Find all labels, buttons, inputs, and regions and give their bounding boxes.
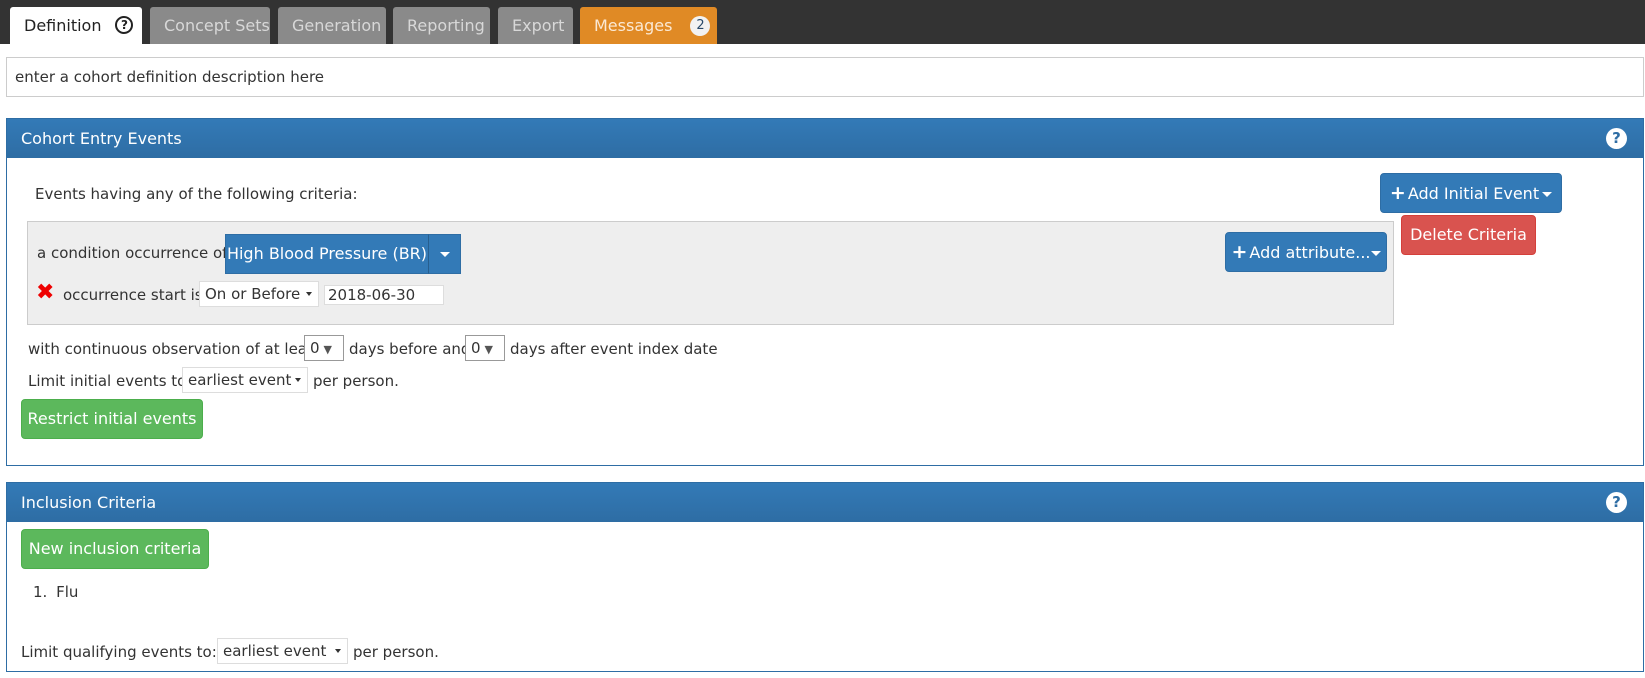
tab-label: Concept Sets xyxy=(164,16,270,35)
limit-initial-suffix: per person. xyxy=(313,372,399,390)
caret-down-icon xyxy=(306,292,312,296)
messages-count-badge: 2 xyxy=(690,15,711,36)
panel-header: Cohort Entry Events ? xyxy=(7,119,1643,158)
help-icon[interactable]: ? xyxy=(115,15,134,34)
select-value: earliest event xyxy=(188,371,292,389)
limit-initial-events-select[interactable]: earliest event xyxy=(182,367,308,393)
tab-label: Generation xyxy=(292,16,382,35)
select-value: 0 xyxy=(471,339,481,357)
tab-label: Reporting xyxy=(407,16,485,35)
days-after-select[interactable]: 0 ▼ xyxy=(465,335,505,361)
occurrence-start-date-input[interactable]: 2018-06-30 xyxy=(324,285,444,305)
panel-header: Inclusion Criteria ? xyxy=(7,483,1643,522)
caret-down-icon xyxy=(1542,192,1553,197)
select-value: 0 xyxy=(310,339,320,357)
plus-icon: + xyxy=(1231,241,1248,263)
limit-initial-prefix: Limit initial events to: xyxy=(28,372,192,390)
days-before-select[interactable]: 0 ▼ xyxy=(304,335,344,361)
add-initial-event-button[interactable]: + Add Initial Event xyxy=(1380,173,1562,213)
observation-middle: days before and xyxy=(349,340,471,358)
tab-reporting[interactable]: Reporting xyxy=(393,7,490,44)
triangle-down-icon: ▼ xyxy=(323,343,333,356)
entry-events-intro: Events having any of the following crite… xyxy=(35,185,358,203)
tab-export[interactable]: Export xyxy=(498,7,573,44)
tab-definition[interactable]: Definition? xyxy=(10,7,142,44)
criteria-prefix: a condition occurrence of xyxy=(37,244,228,262)
top-tab-bar: Definition? Concept Sets Generation Repo… xyxy=(0,0,1645,44)
caret-down-icon xyxy=(1370,251,1381,256)
select-value: On or Before xyxy=(205,285,301,303)
criteria-box: a condition occurrence of High Blood Pre… xyxy=(27,221,1394,325)
description-text: enter a cohort definition description he… xyxy=(15,68,325,86)
tab-messages[interactable]: Messages 2 xyxy=(580,7,717,44)
description-input[interactable]: enter a cohort definition description he… xyxy=(6,57,1644,97)
date-value: 2018-06-30 xyxy=(328,286,416,304)
caret-down-icon xyxy=(335,649,341,653)
rule-index: 1. xyxy=(33,583,48,601)
select-value: earliest event xyxy=(223,642,327,660)
caret-down-icon xyxy=(439,252,450,257)
tab-concept-sets[interactable]: Concept Sets xyxy=(150,7,270,44)
limit-qualifying-events-select[interactable]: earliest event xyxy=(217,638,348,664)
caret-down-icon xyxy=(295,378,301,382)
plus-icon: + xyxy=(1389,182,1406,204)
button-label: New inclusion criteria xyxy=(28,539,202,558)
tab-label: Definition xyxy=(24,16,102,35)
delete-criteria-button[interactable]: Delete Criteria xyxy=(1401,215,1536,255)
button-label: High Blood Pressure (BR) xyxy=(226,244,428,263)
observation-prefix: with continuous observation of at least xyxy=(28,340,321,358)
inclusion-criteria-panel: Inclusion Criteria ? New inclusion crite… xyxy=(6,482,1644,672)
button-label: Add Initial Event xyxy=(1407,184,1540,203)
observation-suffix: days after event index date xyxy=(510,340,718,358)
limit-qualifying-suffix: per person. xyxy=(353,643,439,661)
restrict-initial-events-button[interactable]: Restrict initial events xyxy=(21,399,203,439)
inclusion-rule-item[interactable]: 1. Flu xyxy=(33,583,78,601)
button-label: Restrict initial events xyxy=(27,409,197,428)
cohort-entry-events-panel: Cohort Entry Events ? Events having any … xyxy=(6,118,1644,466)
panel-title: Inclusion Criteria xyxy=(21,493,157,512)
concept-set-dropdown-toggle[interactable] xyxy=(428,234,461,274)
button-label: Delete Criteria xyxy=(1410,225,1527,244)
add-attribute-button[interactable]: + Add attribute... xyxy=(1225,232,1387,272)
triangle-down-icon: ▼ xyxy=(484,343,494,356)
occurrence-start-operator-select[interactable]: On or Before xyxy=(199,281,319,307)
tab-generation[interactable]: Generation xyxy=(278,7,386,44)
button-label: Add attribute... xyxy=(1249,243,1371,262)
new-inclusion-criteria-button[interactable]: New inclusion criteria xyxy=(21,529,209,569)
tab-label: Messages xyxy=(594,16,673,35)
panel-title: Cohort Entry Events xyxy=(21,129,182,148)
limit-qualifying-prefix: Limit qualifying events to: xyxy=(21,643,217,661)
question-circle-icon[interactable]: ? xyxy=(1606,128,1627,149)
concept-set-button[interactable]: High Blood Pressure (BR) xyxy=(225,234,429,274)
rule-name: Flu xyxy=(56,583,79,601)
tab-label: Export xyxy=(512,16,565,35)
occurrence-start-label: occurrence start is: xyxy=(63,286,208,304)
question-circle-icon[interactable]: ? xyxy=(1606,492,1627,513)
remove-icon[interactable]: ✖ xyxy=(36,282,54,304)
